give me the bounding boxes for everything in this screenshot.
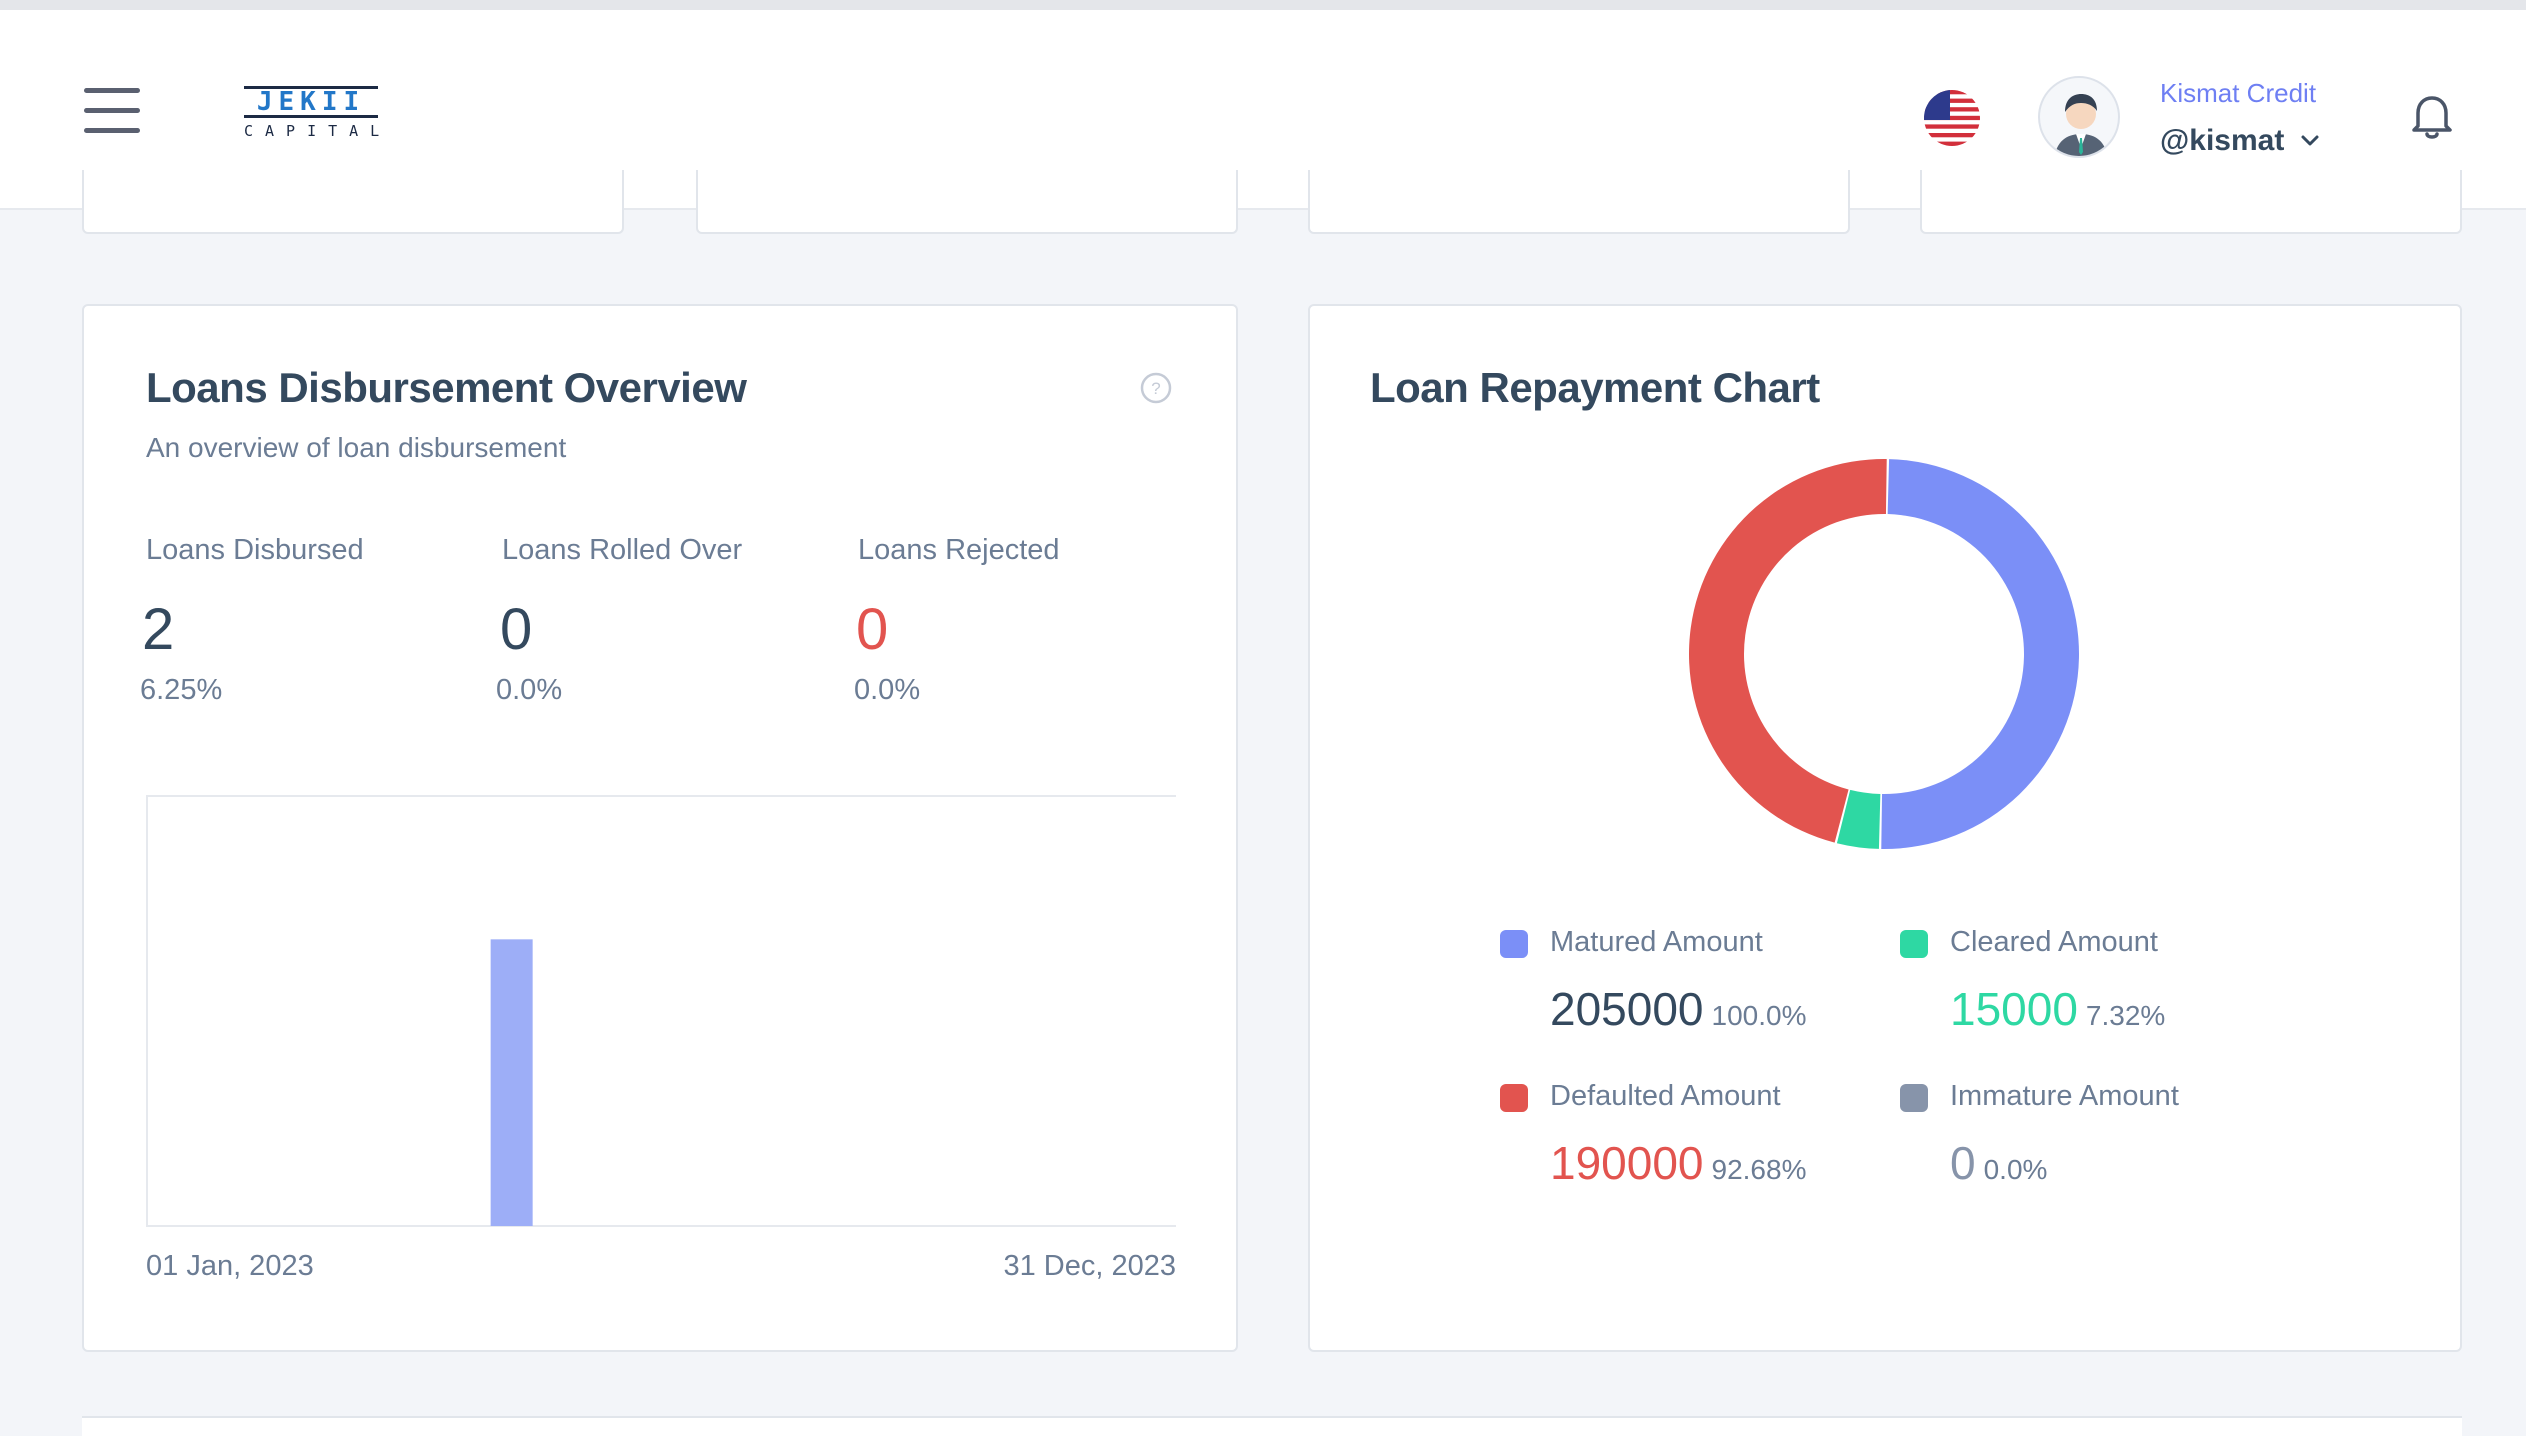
stat-value-rejected: 0 (856, 597, 889, 662)
legend-swatch-immature (1900, 1084, 1928, 1112)
window-top-border (0, 0, 2526, 10)
stat-label-rejected: Loans Rejected (858, 534, 1060, 566)
legend-swatch-cleared (1900, 930, 1928, 958)
repayment-donut-chart (1689, 459, 2079, 849)
menu-icon[interactable] (84, 88, 140, 134)
donut-slice-2[interactable] (1689, 459, 1887, 843)
bar-0 (490, 939, 533, 1226)
company-name[interactable]: Kismat Credit (2160, 78, 2316, 109)
logo-wordmark: JEKII (244, 86, 378, 118)
legend-value-cleared: 15000 7.32% (1950, 983, 2166, 1035)
card-title: Loans Disbursement Overview (146, 364, 747, 411)
disbursement-bar-chart (146, 795, 1176, 1227)
next-card-edge (82, 1416, 2462, 1436)
stat-pct-rejected: 0.0% (854, 674, 921, 706)
legend-swatch-matured (1500, 930, 1528, 958)
stat-pct-disbursed: 6.25% (140, 674, 223, 706)
summary-card-3 (1308, 170, 1850, 234)
us-flag-icon[interactable] (1924, 90, 1980, 146)
notification-bell-icon[interactable] (2404, 88, 2460, 144)
stat-pct-rolled-over: 0.0% (496, 674, 563, 706)
legend-value-defaulted: 190000 92.68% (1550, 1137, 1807, 1189)
card-subtitle: An overview of loan disbursement (146, 432, 567, 463)
stat-value-rolled-over: 0 (500, 597, 533, 662)
legend-label-cleared: Cleared Amount (1950, 926, 2158, 958)
legend-swatch-defaulted (1500, 1084, 1528, 1112)
loans-disbursement-card: Loans Disbursement Overview An overview … (82, 304, 1238, 1352)
chevron-down-icon (2301, 135, 2319, 146)
logo[interactable]: JEKII CAPITAL (244, 86, 392, 148)
summary-card-2 (696, 170, 1238, 234)
legend-label-defaulted: Defaulted Amount (1550, 1080, 1781, 1112)
stat-value-disbursed: 2 (142, 597, 175, 662)
card-title: Loan Repayment Chart (1370, 364, 1820, 411)
date-start-label: 01 Jan, 2023 (146, 1250, 314, 1282)
legend-value-matured: 205000 100.0% (1550, 983, 1807, 1035)
user-menu[interactable]: @kismat (2160, 124, 2320, 158)
help-icon[interactable]: ? (1140, 372, 1172, 404)
legend-label-immature: Immature Amount (1950, 1080, 2179, 1112)
summary-card-4 (1920, 170, 2462, 234)
svg-text:?: ? (1151, 379, 1160, 398)
logo-subtitle: CAPITAL (244, 122, 392, 140)
username: @kismat (2160, 124, 2285, 157)
legend-value-immature: 0 0.0% (1950, 1137, 2048, 1189)
stat-label-disbursed: Loans Disbursed (146, 534, 364, 566)
legend-label-matured: Matured Amount (1550, 926, 1763, 958)
donut-slice-0[interactable] (1881, 459, 2079, 849)
stat-label-rolled-over: Loans Rolled Over (502, 534, 743, 566)
date-end-label: 31 Dec, 2023 (1003, 1250, 1176, 1282)
summary-card-1 (82, 170, 624, 234)
loan-repayment-card: Loan Repayment Chart Matured Amount 2050… (1308, 304, 2462, 1352)
user-avatar[interactable] (2038, 76, 2120, 158)
